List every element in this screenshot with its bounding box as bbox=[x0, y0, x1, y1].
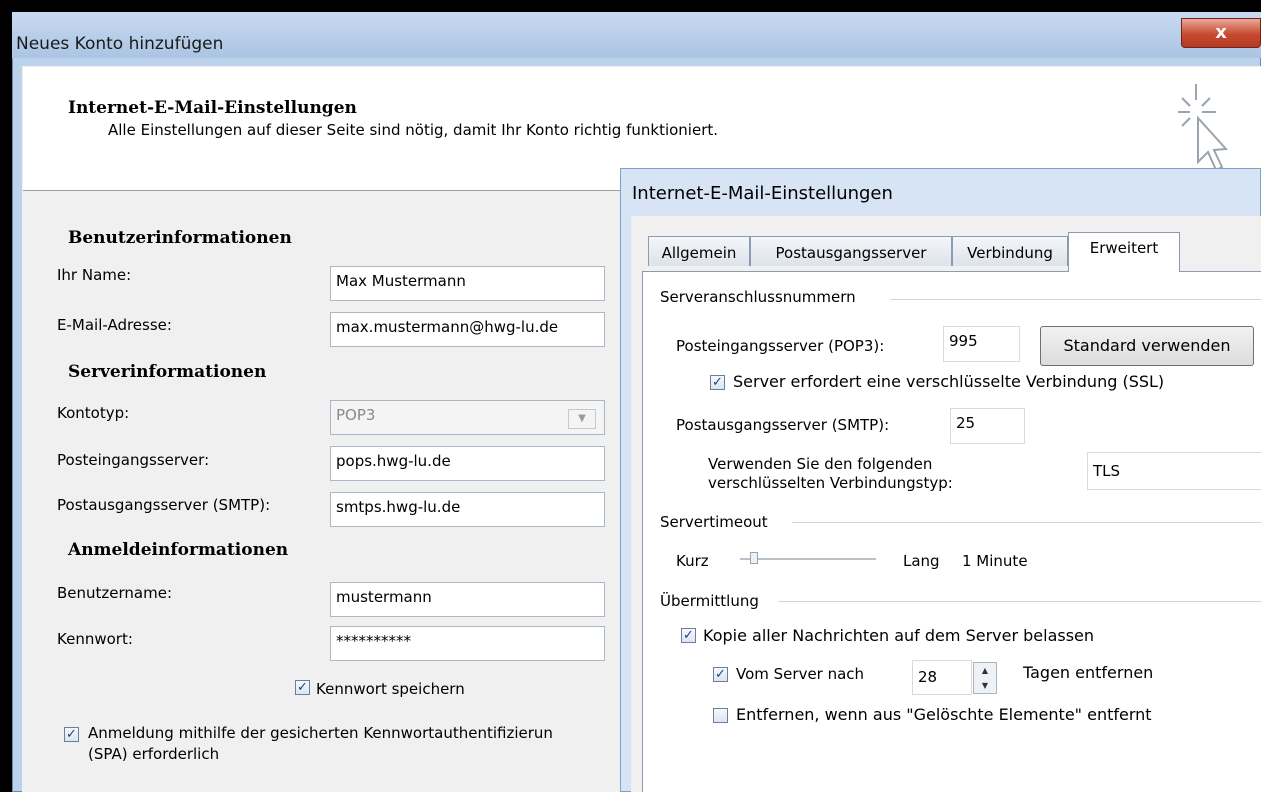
user-info-heading: Benutzerinformationen bbox=[68, 228, 292, 248]
ports-group-label: Serveranschlussnummern bbox=[660, 288, 856, 306]
close-button[interactable]: x bbox=[1181, 18, 1261, 48]
chevron-down-icon: ▼ bbox=[568, 409, 596, 429]
save-password-label: Kennwort speichern bbox=[316, 680, 465, 698]
default-ports-button[interactable]: Standard verwenden bbox=[1040, 326, 1254, 366]
spa-label-line2: (SPA) erforderlich bbox=[88, 745, 220, 763]
password-input[interactable]: ********** bbox=[330, 626, 605, 661]
tab-general[interactable]: Allgemein bbox=[648, 236, 750, 266]
account-type-label: Kontotyp: bbox=[57, 404, 130, 422]
encryption-label-line2: verschlüsselten Verbindungstyp: bbox=[708, 474, 953, 492]
delivery-group-label: Übermittlung bbox=[660, 592, 759, 610]
username-input[interactable]: mustermann bbox=[330, 582, 605, 617]
keep-copy-label: Kopie aller Nachrichten auf dem Server b… bbox=[703, 626, 1095, 645]
remove-after-days-input[interactable]: 28 bbox=[912, 660, 972, 695]
spa-label-line1: Anmeldung mithilfe der gesicherten Kennw… bbox=[88, 724, 553, 742]
dialog-title: Internet-E-Mail-Einstellungen bbox=[632, 183, 893, 204]
remove-deleted-checkbox[interactable] bbox=[713, 708, 728, 723]
timeout-group-label: Servertimeout bbox=[660, 513, 768, 531]
account-type-value: POP3 bbox=[336, 406, 376, 424]
username-label: Benutzername: bbox=[57, 584, 173, 602]
divider bbox=[890, 299, 1261, 300]
spa-checkbox[interactable]: ✓ bbox=[64, 727, 79, 742]
smtp-port-input[interactable]: 25 bbox=[950, 408, 1025, 444]
page-subtitle: Alle Einstellungen auf dieser Seite sind… bbox=[108, 121, 719, 139]
password-label: Kennwort: bbox=[57, 630, 133, 648]
timeout-slider-thumb[interactable] bbox=[750, 552, 758, 564]
save-password-checkbox[interactable]: ✓ bbox=[295, 680, 310, 695]
outgoing-server-input[interactable]: smtps.hwg-lu.de bbox=[330, 492, 605, 527]
pop3-port-input[interactable]: 995 bbox=[943, 326, 1020, 362]
spinner-up-icon[interactable]: ▲ bbox=[974, 663, 996, 678]
tab-outgoing-server[interactable]: Postausgangsserver bbox=[750, 236, 952, 266]
ssl-label: Server erfordert eine verschlüsselte Ver… bbox=[733, 372, 1165, 391]
name-label: Ihr Name: bbox=[57, 266, 132, 284]
page-title: Internet-E-Mail-Einstellungen bbox=[68, 98, 357, 118]
days-spinner[interactable]: ▲ ▼ bbox=[973, 662, 997, 694]
incoming-server-input[interactable]: pops.hwg-lu.de bbox=[330, 446, 605, 481]
keep-copy-checkbox[interactable]: ✓ bbox=[681, 628, 696, 643]
tab-advanced[interactable]: Erweitert bbox=[1068, 232, 1180, 272]
tab-connection[interactable]: Verbindung bbox=[952, 236, 1068, 266]
remove-after-suffix: Tagen entfernen bbox=[1023, 663, 1154, 682]
remove-after-checkbox[interactable]: ✓ bbox=[713, 667, 728, 682]
timeout-short-label: Kurz bbox=[676, 552, 709, 570]
login-info-heading: Anmeldeinformationen bbox=[68, 540, 289, 560]
window-title: Neues Konto hinzufügen bbox=[16, 34, 224, 54]
outgoing-server-label: Postausgangsserver (SMTP): bbox=[57, 496, 271, 514]
spinner-down-icon[interactable]: ▼ bbox=[974, 678, 996, 693]
timeout-value: 1 Minute bbox=[962, 552, 1028, 570]
remove-after-label: Vom Server nach bbox=[736, 665, 865, 683]
remove-deleted-label: Entfernen, wenn aus "Gelöschte Elemente"… bbox=[736, 705, 1152, 724]
ssl-checkbox[interactable]: ✓ bbox=[710, 375, 725, 390]
email-input[interactable]: max.mustermann@hwg-lu.de bbox=[330, 312, 605, 347]
cursor-sparkle-icon bbox=[1178, 84, 1228, 172]
encryption-type-select[interactable]: TLS bbox=[1087, 452, 1261, 490]
divider bbox=[792, 522, 1261, 523]
encryption-label-line1: Verwenden Sie den folgenden bbox=[708, 455, 933, 473]
timeout-slider-track[interactable] bbox=[740, 558, 876, 560]
timeout-long-label: Lang bbox=[903, 552, 940, 570]
server-info-heading: Serverinformationen bbox=[68, 362, 267, 382]
email-label: E-Mail-Adresse: bbox=[57, 316, 172, 334]
name-input[interactable]: Max Mustermann bbox=[330, 266, 605, 301]
divider bbox=[778, 601, 1261, 602]
pop3-port-label: Posteingangsserver (POP3): bbox=[676, 337, 885, 355]
incoming-server-label: Posteingangsserver: bbox=[57, 451, 210, 469]
smtp-port-label: Postausgangsserver (SMTP): bbox=[676, 416, 890, 434]
account-type-select: POP3 ▼ bbox=[330, 400, 605, 435]
